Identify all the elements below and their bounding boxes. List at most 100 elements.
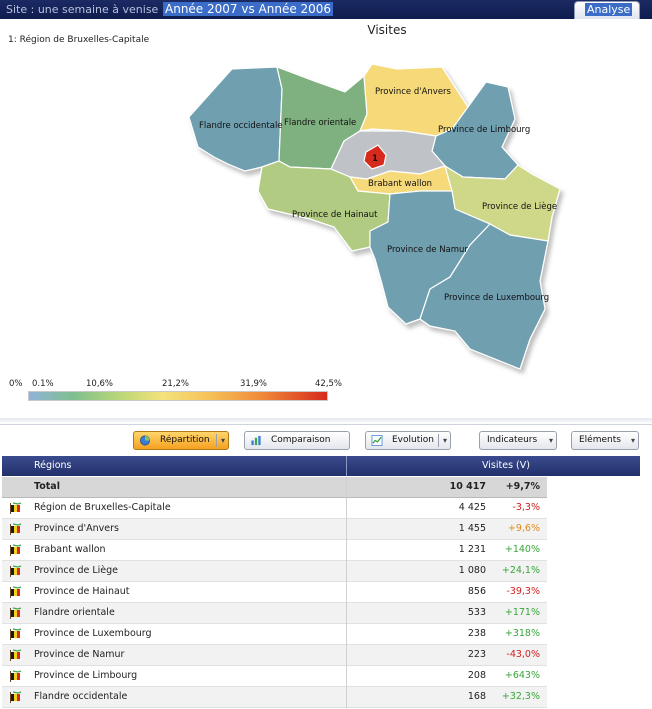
- pie-chart-icon: [140, 435, 150, 446]
- table-row[interactable]: Province de Liège 1 080 +24,1%: [2, 561, 640, 582]
- legend-tick-0: 0%: [9, 379, 23, 389]
- comparaison-button[interactable]: Comparaison: [244, 431, 350, 450]
- tab-analyse-label: Analyse: [585, 3, 633, 16]
- row-region-name[interactable]: Province de Luxembourg: [34, 628, 152, 639]
- bruxelles-marker: 1: [372, 154, 378, 164]
- chevron-down-icon: ▾: [548, 436, 553, 445]
- row-visits-pct: -43,0%: [506, 649, 540, 660]
- row-visits-pct: -39,3%: [506, 586, 540, 597]
- row-region-name[interactable]: Province de Liège: [34, 565, 118, 576]
- map-panel: Visites 1: Région de Bruxelles-Capitale: [0, 19, 652, 424]
- tab-analyse[interactable]: Analyse: [574, 1, 640, 19]
- row-visits-pct: +318%: [504, 628, 540, 639]
- row-visits-value: 238: [467, 628, 486, 639]
- column-header-regions[interactable]: Régions: [34, 460, 71, 471]
- belgium-flag-icon[interactable]: [10, 565, 22, 577]
- belgium-flag-icon[interactable]: [10, 670, 22, 682]
- total-value: 10 417: [449, 481, 486, 492]
- row-spacer: [547, 561, 640, 582]
- row-spacer: [547, 666, 640, 687]
- row-region-name[interactable]: Brabant wallon: [34, 544, 106, 555]
- row-region-name[interactable]: Flandre orientale: [34, 607, 115, 618]
- belgium-flag-icon[interactable]: [10, 607, 22, 619]
- line-chart-icon: [371, 435, 383, 446]
- label-province-hainaut: Province de Hainaut: [292, 210, 378, 220]
- row-region-name[interactable]: Province de Limbourg: [34, 670, 137, 681]
- row-region-name[interactable]: Province de Namur: [34, 649, 124, 660]
- chevron-down-icon[interactable]: ▾: [443, 432, 447, 449]
- header-divider: [346, 456, 347, 476]
- elements-dropdown[interactable]: Eléments ▾: [571, 431, 639, 450]
- row-spacer: [547, 582, 640, 603]
- comparaison-label: Comparaison: [271, 435, 331, 445]
- evolution-button[interactable]: Evolution ▾: [365, 431, 451, 450]
- row-visits-value: 1 231: [458, 544, 486, 555]
- row-visits-value: 1 080: [458, 565, 486, 576]
- label-province-namur: Province de Namur: [387, 245, 468, 255]
- row-visits-value: 533: [467, 607, 486, 618]
- period-comparison-label[interactable]: Année 2007 vs Année 2006: [163, 2, 334, 16]
- label-flandre-orientale: Flandre orientale: [284, 118, 356, 128]
- belgium-flag-icon[interactable]: [10, 586, 22, 598]
- row-region-name[interactable]: Province de Hainaut: [34, 586, 130, 597]
- bar-chart-icon: [251, 435, 261, 446]
- table-row[interactable]: Province de Luxembourg 238 +318%: [2, 624, 640, 645]
- row-visits-pct: -3,3%: [512, 502, 540, 513]
- row-visits-value: 223: [467, 649, 486, 660]
- belgium-flag-icon[interactable]: [10, 523, 22, 535]
- elements-label: Eléments: [579, 435, 621, 445]
- total-label: Total: [34, 481, 60, 492]
- chevron-down-icon: ▾: [630, 436, 635, 445]
- row-spacer: [547, 540, 640, 561]
- table-row[interactable]: Région de Bruxelles-Capitale 4 425 -3,3%: [2, 498, 640, 519]
- label-province-liege: Province de Liège: [482, 201, 557, 212]
- row-spacer: [547, 603, 640, 624]
- legend-color-scale: [28, 391, 328, 401]
- label-province-luxembourg: Province de Luxembourg: [444, 293, 549, 303]
- table-row-total: Total 10 417 +9,7%: [2, 477, 640, 498]
- indicateurs-dropdown[interactable]: Indicateurs ▾: [479, 431, 557, 450]
- belgium-flag-icon[interactable]: [10, 649, 22, 661]
- region-flandre-occidentale[interactable]: [188, 66, 283, 172]
- belgium-flag-icon[interactable]: [10, 628, 22, 640]
- table-row[interactable]: Province de Limbourg 208 +643%: [2, 666, 640, 687]
- table-row[interactable]: Province de Hainaut 856 -39,3%: [2, 582, 640, 603]
- row-visits-pct: +9,6%: [507, 523, 540, 534]
- belgium-flag-icon[interactable]: [10, 544, 22, 556]
- row-spacer: [547, 519, 640, 540]
- row-spacer: [547, 687, 640, 708]
- row-visits-pct: +643%: [504, 670, 540, 681]
- row-region-name[interactable]: Région de Bruxelles-Capitale: [34, 502, 171, 513]
- row-visits-value: 168: [467, 691, 486, 702]
- legend-tick-5: 42,5%: [315, 379, 343, 389]
- row-region-name[interactable]: Province d'Anvers: [34, 523, 119, 534]
- repartition-button[interactable]: Répartition ▾: [133, 431, 229, 450]
- belgium-flag-icon[interactable]: [10, 691, 22, 703]
- row-region-name[interactable]: Flandre occidentale: [34, 691, 127, 702]
- repartition-separator: [216, 434, 217, 447]
- row-visits-value: 856: [467, 586, 486, 597]
- row-spacer: [547, 624, 640, 645]
- label-province-limbourg: Province de Limbourg: [438, 125, 530, 135]
- row-visits-value: 208: [467, 670, 486, 681]
- table-row[interactable]: Flandre orientale 533 +171%: [2, 603, 640, 624]
- top-bar: Site : une semaine à venise Année 2007 v…: [0, 0, 652, 19]
- indicateurs-label: Indicateurs: [487, 435, 538, 445]
- table-row[interactable]: Province d'Anvers 1 455 +9,6%: [2, 519, 640, 540]
- row-visits-pct: +24,1%: [501, 565, 540, 576]
- table-row[interactable]: Brabant wallon 1 231 +140%: [2, 540, 640, 561]
- belgium-map: 1 Flandre occidentale Flandre orientale …: [188, 63, 561, 370]
- row-visits-pct: +171%: [504, 607, 540, 618]
- belgium-flag-icon[interactable]: [10, 502, 22, 514]
- evolution-separator: [438, 434, 439, 447]
- row-spacer: [547, 645, 640, 666]
- row-spacer: [547, 477, 640, 498]
- label-province-anvers: Province d'Anvers: [375, 87, 452, 97]
- table-row[interactable]: Flandre occidentale 168 +32,3%: [2, 687, 640, 708]
- row-visits-pct: +32,3%: [501, 691, 540, 702]
- column-header-visites[interactable]: Visites (V): [482, 460, 530, 471]
- table-row[interactable]: Province de Namur 223 -43,0%: [2, 645, 640, 666]
- repartition-label: Répartition: [160, 435, 210, 445]
- site-label: Site : une semaine à venise: [6, 3, 159, 16]
- chevron-down-icon[interactable]: ▾: [221, 432, 225, 449]
